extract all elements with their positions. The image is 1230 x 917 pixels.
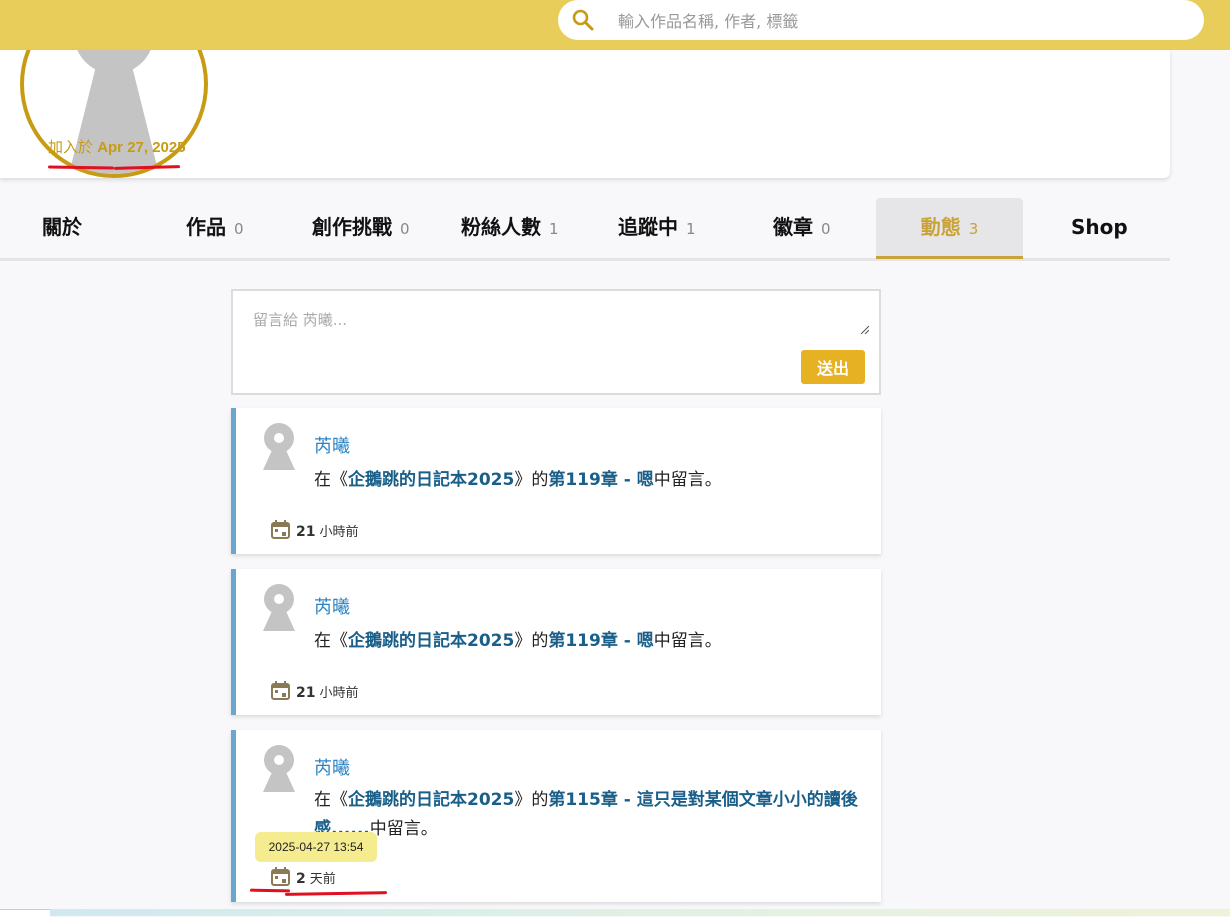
text-mid: 》的 (514, 470, 549, 490)
tab-count: 3 (968, 220, 979, 238)
tab-count: 1 (549, 220, 559, 238)
profile-tabs: 關於 作品 0 創作挑戰 0 粉絲人數 1 追蹤中 1 徽章 0 動態 3 Shop (0, 198, 1170, 261)
resize-handle-icon[interactable] (860, 325, 869, 334)
search-input[interactable] (616, 6, 1180, 36)
user-avatar-icon[interactable] (256, 422, 302, 470)
text-mid: 》的 (514, 631, 549, 651)
joined-date: Apr 27, 2025 (97, 139, 186, 156)
profile-card: 加入於 Apr 27, 2025 (0, 50, 1170, 178)
send-button[interactable]: 送出 (801, 350, 865, 384)
comment-input[interactable] (233, 291, 873, 341)
time-value: 21 (296, 524, 316, 540)
comment-composer (231, 289, 881, 395)
text-prefix: 在《 (314, 470, 348, 490)
tab-label: 追蹤中 (618, 215, 678, 239)
time-unit: 小時前 (319, 525, 359, 540)
tab-followers[interactable]: 粉絲人數 1 (461, 198, 559, 256)
activity-username[interactable]: 芮曦 (314, 754, 350, 780)
calendar-icon (271, 520, 290, 539)
activity-item: 芮曦 在《企鵝跳的日記本2025》的第119章 - 嗯中留言。 21 小時前 (231, 408, 881, 554)
tab-about[interactable]: 關於 (42, 198, 82, 256)
activity-text: 在《企鵝跳的日記本2025》的第115章 - 這只是對某個文章小小的讀後感...… (314, 786, 866, 844)
tab-challenges[interactable]: 創作挑戰 0 (312, 198, 410, 256)
activity-timestamp: 21 小時前 (271, 520, 359, 540)
text-suffix: 中留言。 (653, 470, 722, 490)
activity-timestamp: 21 小時前 (271, 681, 359, 701)
activity-timestamp[interactable]: 2 天前 (271, 867, 336, 887)
tab-count: 0 (821, 220, 831, 238)
tab-label: 關於 (42, 215, 82, 239)
tab-label: 動態 (920, 215, 961, 239)
calendar-icon (271, 867, 290, 886)
tab-label: Shop (1071, 215, 1128, 239)
tab-label: 徽章 (773, 215, 813, 239)
search-icon[interactable] (571, 8, 595, 32)
text-suffix: 中留言。 (653, 631, 722, 651)
tab-works[interactable]: 作品 0 (186, 198, 244, 256)
time-unit: 小時前 (319, 686, 359, 701)
timestamp-tooltip: 2025-04-27 13:54 (255, 832, 377, 862)
text-prefix: 在《 (314, 790, 348, 810)
tab-label: 作品 (186, 215, 226, 239)
book-link[interactable]: 企鵝跳的日記本2025 (348, 470, 514, 490)
activity-username[interactable]: 芮曦 (314, 432, 350, 458)
time-value: 21 (296, 685, 316, 701)
bottom-strip (0, 909, 1230, 916)
tab-following[interactable]: 追蹤中 1 (618, 198, 696, 256)
activity-text: 在《企鵝跳的日記本2025》的第119章 - 嗯中留言。 (314, 627, 866, 656)
tab-count: 1 (686, 220, 696, 238)
time-value: 2 (296, 871, 306, 887)
joined-prefix: 加入於 (48, 139, 94, 156)
joined-date-label: 加入於 Apr 27, 2025 (48, 136, 186, 157)
book-link[interactable]: 企鵝跳的日記本2025 (348, 790, 514, 810)
chapter-link[interactable]: 第119章 - 嗯 (548, 631, 653, 651)
time-unit: 天前 (309, 872, 336, 887)
calendar-icon (271, 681, 290, 700)
tab-label: 創作挑戰 (312, 215, 392, 239)
tab-count: 0 (234, 220, 244, 238)
user-avatar-icon[interactable] (256, 744, 302, 792)
activity-item: 芮曦 在《企鵝跳的日記本2025》的第115章 - 這只是對某個文章小小的讀後感… (231, 730, 881, 902)
tab-activity[interactable]: 動態 3 (876, 198, 1023, 259)
book-link[interactable]: 企鵝跳的日記本2025 (348, 631, 514, 651)
tab-badges[interactable]: 徽章 0 (773, 198, 831, 256)
profile-avatar (20, 50, 208, 178)
search-bar[interactable] (558, 0, 1204, 40)
tab-shop[interactable]: Shop (1071, 198, 1128, 256)
user-avatar-icon[interactable] (256, 583, 302, 631)
tab-label: 粉絲人數 (461, 215, 541, 239)
text-prefix: 在《 (314, 631, 348, 651)
chapter-link[interactable]: 第119章 - 嗯 (548, 470, 653, 490)
text-suffix: 中留言。 (369, 819, 438, 839)
activity-item: 芮曦 在《企鵝跳的日記本2025》的第119章 - 嗯中留言。 21 小時前 (231, 569, 881, 715)
text-mid: 》的 (514, 790, 549, 810)
activity-username[interactable]: 芮曦 (314, 593, 350, 619)
activity-text: 在《企鵝跳的日記本2025》的第119章 - 嗯中留言。 (314, 466, 866, 495)
tab-count: 0 (400, 220, 410, 238)
